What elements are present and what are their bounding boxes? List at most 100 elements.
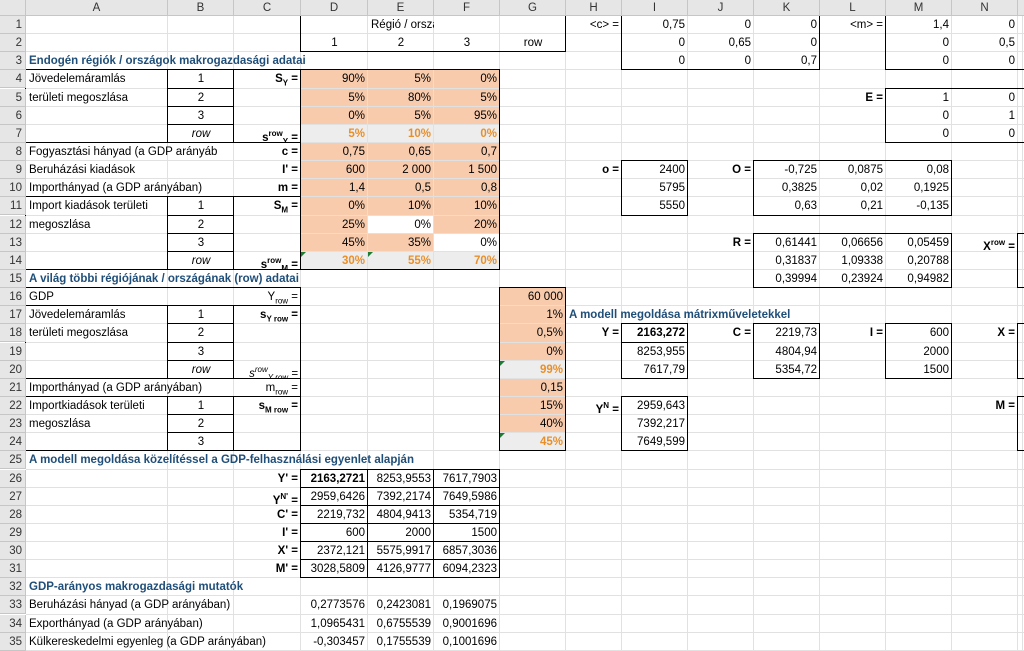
cell-D27[interactable]: 2959,6426 <box>301 488 368 506</box>
cell-E29[interactable]: 2000 <box>368 524 434 542</box>
column-header[interactable]: H <box>566 0 622 16</box>
cell-D4[interactable]: 90% <box>301 70 368 88</box>
cell-N3[interactable]: 0 <box>952 52 1018 70</box>
cell-D13[interactable]: 45% <box>301 234 368 252</box>
cell-M1[interactable]: 1,4 <box>886 16 952 34</box>
cell-D34[interactable]: 1,0965431 <box>301 615 368 633</box>
cell-H1[interactable]: <c> = <box>566 16 622 34</box>
cell-M15[interactable]: 0,94982 <box>886 270 952 288</box>
cell-K2[interactable]: 0 <box>754 34 820 52</box>
cell-F27[interactable]: 7649,5986 <box>434 488 500 506</box>
column-header[interactable]: J <box>688 0 754 16</box>
cell-F29[interactable]: 1500 <box>434 524 500 542</box>
cell-G24[interactable]: 45% <box>500 433 566 451</box>
cell-L1[interactable]: <m> = <box>820 16 886 34</box>
cell-O24[interactable]: 6094,23 <box>1018 433 1024 451</box>
cell-D30[interactable]: 2372,121 <box>301 542 368 560</box>
cell-D35[interactable]: -0,303457 <box>301 633 368 651</box>
column-header[interactable]: I <box>622 0 688 16</box>
cell-D6[interactable]: 0% <box>301 107 368 125</box>
cell-B4[interactable]: 1 <box>168 70 234 88</box>
row-header[interactable]: 11 <box>0 197 26 216</box>
cell-M19[interactable]: 2000 <box>886 343 952 361</box>
cell-A18[interactable]: területi megoszlása <box>26 324 131 342</box>
cell-F4[interactable]: 0% <box>434 70 500 88</box>
cell-A5[interactable]: területi megoszlása <box>26 89 131 107</box>
cell-H9[interactable]: o = <box>566 161 622 179</box>
cell-N22[interactable]: M = <box>952 397 1018 415</box>
row-header[interactable]: 23 <box>0 415 26 434</box>
cell-E8[interactable]: 0,65 <box>368 143 434 161</box>
cell-D10[interactable]: 1,4 <box>301 179 368 197</box>
row-header[interactable]: 7 <box>0 124 26 143</box>
cell-B11[interactable]: 1 <box>168 197 234 215</box>
column-header[interactable]: K <box>754 0 820 16</box>
cell-C22[interactable]: sM row = <box>234 397 301 415</box>
cell-D11[interactable]: 0% <box>301 197 368 215</box>
cell-K20[interactable]: 5354,72 <box>754 361 820 379</box>
cell-C27[interactable]: YN' = <box>234 488 301 506</box>
cell-B6[interactable]: 3 <box>168 107 234 125</box>
cell-G20[interactable]: 99% <box>500 361 566 379</box>
cell-C10[interactable]: m = <box>234 179 301 197</box>
cell-M3[interactable]: 0 <box>886 52 952 70</box>
cell-C31[interactable]: M' = <box>234 560 301 578</box>
cell-E30[interactable]: 5575,9917 <box>368 542 434 560</box>
cell-K14[interactable]: 0,31837 <box>754 252 820 270</box>
cell-O2[interactable]: 0 <box>1018 34 1024 52</box>
cell-K15[interactable]: 0,39994 <box>754 270 820 288</box>
row-header[interactable]: 25 <box>0 451 26 470</box>
column-header[interactable]: F <box>434 0 500 16</box>
cell-I1[interactable]: 0,75 <box>622 16 688 34</box>
row-header[interactable]: 17 <box>0 306 26 325</box>
cell-I19[interactable]: 8253,955 <box>622 343 688 361</box>
cell-F28[interactable]: 5354,719 <box>434 506 500 524</box>
cell-N1[interactable]: 0 <box>952 16 1018 34</box>
cell-A25[interactable]: A modell megoldása közelítéssel a GDP-fe… <box>26 451 417 469</box>
row-header[interactable]: 16 <box>0 288 26 307</box>
cell-J13[interactable]: R = <box>688 234 754 252</box>
cell-L14[interactable]: 1,09338 <box>820 252 886 270</box>
cell-N13[interactable]: Xrow = <box>952 234 1018 252</box>
cell-I11[interactable]: 5550 <box>622 197 688 215</box>
cell-B13[interactable]: 3 <box>168 234 234 252</box>
cell-A21[interactable]: Importhányad (a GDP arányában) <box>26 379 205 397</box>
cell-D14[interactable]: 30% <box>301 252 368 270</box>
row-header[interactable]: 10 <box>0 179 26 198</box>
cell-O13[interactable]: 1 350 <box>1018 234 1024 252</box>
cell-B22[interactable]: 1 <box>168 397 234 415</box>
cell-L11[interactable]: 0,21 <box>820 197 886 215</box>
row-header[interactable]: 18 <box>0 324 26 343</box>
cell-A23[interactable]: megoszlása <box>26 415 93 433</box>
cell-G18[interactable]: 0,5% <box>500 324 566 342</box>
cell-C17[interactable]: sY row = <box>234 306 301 324</box>
row-header[interactable]: 31 <box>0 560 26 579</box>
cell-O23[interactable]: 4126,98 <box>1018 415 1024 433</box>
cell-O3[interactable]: 0,8 <box>1018 52 1024 70</box>
row-header[interactable]: 32 <box>0 578 26 597</box>
cell-M14[interactable]: 0,20788 <box>886 252 952 270</box>
cell-I20[interactable]: 7617,79 <box>622 361 688 379</box>
cell-A34[interactable]: Exporthányad (a GDP arányában) <box>26 615 206 633</box>
cell-O1[interactable]: 0 <box>1018 16 1024 34</box>
cell-O14[interactable]: 3 600 <box>1018 252 1024 270</box>
row-header[interactable]: 26 <box>0 469 26 488</box>
row-header[interactable]: 15 <box>0 269 26 288</box>
cell-B24[interactable]: 3 <box>168 433 234 451</box>
cell-C14[interactable]: srowM = <box>234 252 301 270</box>
cell-A4[interactable]: Jövedelemáramlás <box>26 70 129 88</box>
row-header[interactable]: 2 <box>0 34 26 53</box>
cell-E35[interactable]: 0,1755539 <box>368 633 434 651</box>
column-header[interactable]: N <box>952 0 1018 16</box>
cell-D29[interactable]: 600 <box>301 524 368 542</box>
cell-C11[interactable]: SM = <box>234 197 301 215</box>
cell-B18[interactable]: 2 <box>168 324 234 342</box>
column-header[interactable]: L <box>820 0 886 16</box>
row-header[interactable]: 22 <box>0 396 26 415</box>
row-header[interactable]: 14 <box>0 251 26 270</box>
cell-J2[interactable]: 0,65 <box>688 34 754 52</box>
cell-G2[interactable]: row <box>500 34 566 52</box>
cell-A8[interactable]: Fogyasztási hányad (a GDP arányáb <box>26 143 220 161</box>
row-header[interactable]: 34 <box>0 614 26 633</box>
cell-A33[interactable]: Beruházási hányad (a GDP arányában) <box>26 596 233 614</box>
